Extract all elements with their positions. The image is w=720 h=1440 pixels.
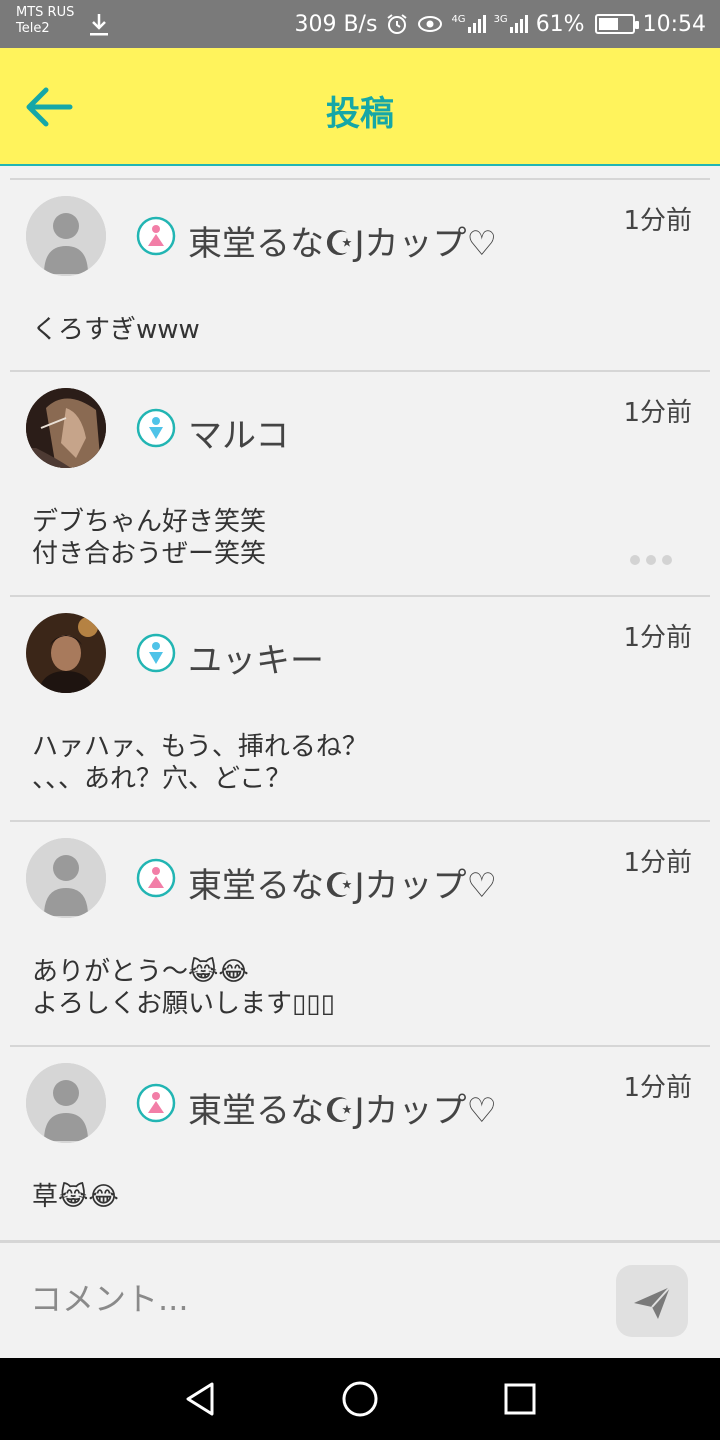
post-time: 1分前 — [623, 398, 692, 428]
default-avatar-icon — [26, 838, 106, 918]
post-item[interactable]: 東堂るな☪Jカップ♡ 1分前 ありがとう〜😹😂 よろしくお願いします▯▯▯ — [10, 820, 710, 1045]
post-body: ハァハァ、もう、挿れるね？ 、、、あれ？穴、どこ？ — [32, 732, 368, 794]
default-avatar-icon — [26, 1063, 106, 1143]
username[interactable]: ユッキー — [188, 633, 324, 682]
status-bar: MTS RUS Tele2 309 B/s 4G 3G 61% 10:54 — [0, 0, 720, 48]
back-nav-icon[interactable] — [180, 1378, 222, 1420]
recents-nav-icon[interactable] — [499, 1378, 541, 1420]
navigation-bar — [0, 1358, 720, 1440]
battery-icon — [594, 14, 639, 34]
post-body: くろすぎwww — [32, 315, 200, 345]
post-time: 1分前 — [623, 206, 692, 236]
post-item[interactable]: 東堂るな☪Jカップ♡ 1分前 くろすぎwww — [10, 178, 710, 370]
post-time: 1分前 — [623, 623, 692, 653]
network-type-3g: 3G — [493, 14, 508, 25]
post-item[interactable]: ユッキー 1分前 ハァハァ、もう、挿れるね？ 、、、あれ？穴、どこ？ — [10, 595, 710, 820]
send-button[interactable] — [616, 1265, 688, 1337]
post-time: 1分前 — [623, 1073, 692, 1103]
username[interactable]: マルコ — [188, 408, 289, 457]
send-icon — [634, 1286, 671, 1319]
username[interactable]: 東堂るな☪Jカップ♡ — [188, 216, 497, 265]
username[interactable]: 東堂るな☪Jカップ♡ — [188, 1083, 497, 1132]
default-avatar-icon — [26, 196, 106, 276]
signal-4g-icon: 4G — [451, 14, 486, 33]
home-nav-icon[interactable] — [339, 1378, 381, 1420]
female-icon — [136, 858, 176, 898]
avatar[interactable] — [26, 388, 106, 468]
page-title: 投稿 — [326, 94, 394, 134]
network-type-4g: 4G — [451, 14, 466, 25]
battery-percent: 61% — [535, 11, 585, 37]
male-icon — [136, 633, 176, 673]
more-options-icon[interactable] — [630, 550, 680, 565]
comment-input[interactable] — [28, 1269, 588, 1329]
female-icon — [136, 216, 176, 256]
carrier-line1: MTS RUS — [16, 5, 75, 20]
avatar[interactable] — [26, 196, 106, 276]
user-photo — [26, 613, 106, 693]
post-item[interactable]: 東堂るな☪Jカップ♡ 1分前 草😹😂 — [10, 1045, 710, 1240]
carrier-info: MTS RUS Tele2 — [16, 5, 74, 37]
post-feed[interactable]: 東堂るな☪Jカップ♡ 1分前 くろすぎwww マルコ 1分前 デブちゃん好き笑笑… — [0, 168, 720, 1240]
clock-time: 10:54 — [642, 11, 706, 37]
post-item[interactable]: マルコ 1分前 デブちゃん好き笑笑 付き合おうぜー笑笑 — [10, 370, 710, 595]
user-photo — [26, 388, 106, 468]
male-icon — [136, 408, 176, 448]
avatar[interactable] — [26, 613, 106, 693]
post-body: ありがとう〜😹😂 よろしくお願いします▯▯▯ — [32, 957, 335, 1019]
avatar[interactable] — [26, 1063, 106, 1143]
download-icon — [90, 14, 108, 36]
carrier-line2: Tele2 — [16, 21, 50, 36]
post-body: デブちゃん好き笑笑 付き合おうぜー笑笑 — [32, 507, 267, 569]
signal-3g-icon: 3G — [494, 15, 528, 33]
comment-bar — [0, 1240, 720, 1358]
post-time: 1分前 — [623, 848, 692, 878]
post-body: 草😹😂 — [32, 1182, 119, 1212]
app-bar: 投稿 — [0, 48, 720, 166]
eye-comfort-icon — [418, 16, 443, 32]
avatar[interactable] — [26, 838, 106, 918]
female-icon — [136, 1083, 176, 1123]
network-speed: 309 B/s — [294, 11, 378, 37]
username[interactable]: 東堂るな☪Jカップ♡ — [188, 858, 497, 907]
alarm-icon — [387, 14, 408, 34]
